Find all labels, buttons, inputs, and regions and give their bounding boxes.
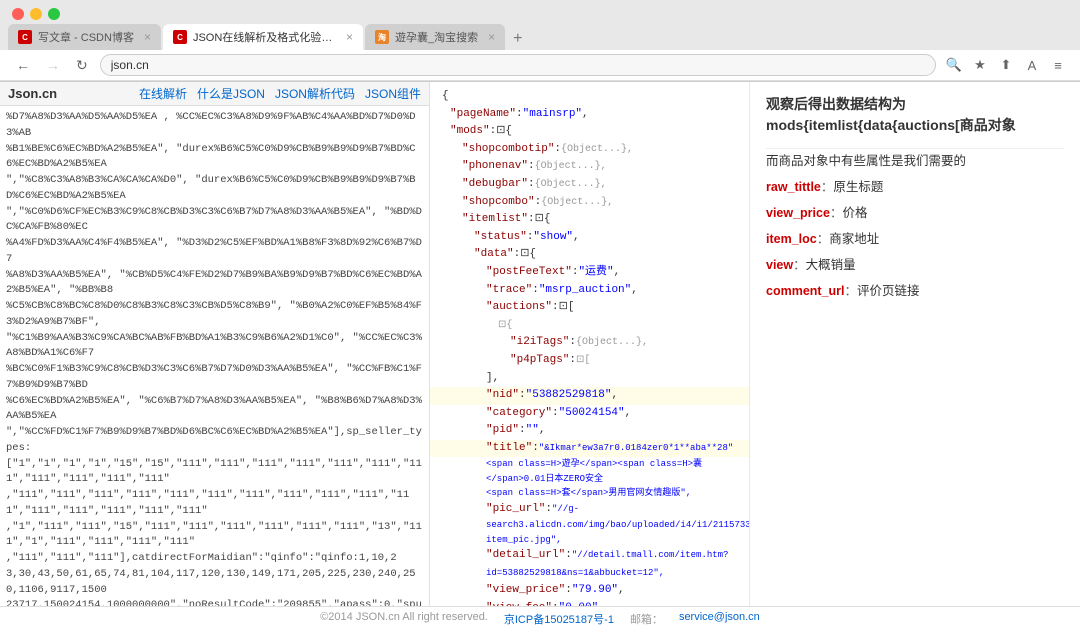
footer-email-label: 邮箱： [630,611,663,627]
search-icon[interactable]: 🔍 [944,55,964,75]
tab-label-taobao: 遊孕囊_淘宝搜索 [395,29,478,45]
tab-json[interactable]: C JSON在线解析及格式化验证 - × [163,24,363,50]
tab-csdn[interactable]: C 写文章 - CSDN博客 × [8,24,161,50]
annotation-raw-tittle: raw_tittle：原生标题 [766,177,1064,197]
tree-line[interactable]: { [430,88,749,106]
address-input[interactable] [100,54,936,76]
tree-line[interactable]: "postFeeText":"运费", [430,264,749,282]
tree-line[interactable]: "view_fee":"0.00", [430,600,749,606]
left-content[interactable]: %D7%A8%D3%AA%D5%AA%D5%EA , %CC%EC%C3%A8%… [0,106,429,606]
annotation-view: view：大概销量 [766,255,1064,275]
header-nav-links: 在线解析 什么是JSON JSON解析代码 JSON组件 [139,85,421,102]
nav-link-component[interactable]: JSON组件 [365,85,421,102]
tree-line[interactable]: "status":"show", [430,229,749,247]
tree-line[interactable]: "pic_url":"//g- [430,501,749,519]
tree-line[interactable]: search3.alicdn.com/img/bao/uploaded/i4/i… [430,518,749,547]
main-area: Json.cn 在线解析 什么是JSON JSON解析代码 JSON组件 %D7… [0,82,1080,606]
annotation-item-loc: item_loc：商家地址 [766,229,1064,249]
tree-line[interactable]: "category":"50024154", [430,405,749,423]
footer-copyright: ©2014 JSON.cn All right reserved. [320,611,488,627]
tab-taobao[interactable]: 淘 遊孕囊_淘宝搜索 × [365,24,505,50]
raw-json-text: %D7%A8%D3%AA%D5%AA%D5%EA , %CC%EC%C3%A8%… [6,110,423,606]
tree-line[interactable]: ⊡{ [430,317,749,335]
traffic-lights [0,0,1080,24]
tree-line[interactable]: <span class=H>遊孕</span><span class=H>囊</… [430,457,749,486]
tab-label-csdn: 写文章 - CSDN博客 [38,29,134,45]
tree-line-title[interactable]: "title":"&Ikmar*ew3a7r0.0184zer0*1**aba*… [430,440,749,458]
annotations-panel: 观察后得出数据结构为 mods{itemlist{data{auctions[商… [750,82,1080,606]
tree-line[interactable]: "shopcombotip":{Object...}, [430,141,749,159]
reader-icon[interactable]: A [1022,55,1042,75]
left-panel-header: Json.cn 在线解析 什么是JSON JSON解析代码 JSON组件 [0,82,429,106]
bookmark-icon[interactable]: ★ [970,55,990,75]
forward-button[interactable]: → [42,55,64,75]
footer: ©2014 JSON.cn All right reserved. 京ICP备1… [0,606,1080,631]
maximize-button[interactable] [48,8,60,20]
browser-chrome: C 写文章 - CSDN博客 × C JSON在线解析及格式化验证 - × 淘 … [0,0,1080,82]
tab-close-csdn[interactable]: × [144,30,151,44]
divider [766,148,1064,149]
tree-line[interactable]: <span class=H>套</span>男用官网女情趣版", [430,486,749,500]
address-bar-row: ← → ↻ 🔍 ★ ⬆ A ≡ [0,50,1080,81]
json-cn-logo: Json.cn [8,86,57,101]
tabs-bar: C 写文章 - CSDN博客 × C JSON在线解析及格式化验证 - × 淘 … [0,24,1080,50]
menu-icon[interactable]: ≡ [1048,55,1068,75]
tree-line[interactable]: "mods":⊡{ [430,123,749,141]
nav-link-whatjson[interactable]: 什么是JSON [197,85,265,102]
tree-line[interactable]: "i2iTags":{Object...}, [430,334,749,352]
annotation-subtitle: 而商品对象中有些属性是我们需要的 [766,151,1064,171]
tab-favicon-taobao: 淘 [375,30,389,44]
annotation-view-price: view_price：价格 [766,203,1064,223]
nav-link-code[interactable]: JSON解析代码 [275,85,355,102]
tree-line[interactable]: "pid":"", [430,422,749,440]
refresh-button[interactable]: ↻ [72,55,92,76]
tree-line[interactable]: "shopcombo":{Object...}, [430,194,749,212]
tree-line[interactable]: "view_price":"79.90", [430,582,749,600]
tab-close-taobao[interactable]: × [488,30,495,44]
annotation-comment-url: comment_url：评价页链接 [766,281,1064,301]
back-button[interactable]: ← [12,55,34,75]
tree-line[interactable]: "phonenav":{Object...}, [430,158,749,176]
footer-email[interactable]: service@json.cn [679,611,760,627]
new-tab-button[interactable]: + [507,30,528,48]
tree-line[interactable]: "auctions":⊡[ [430,299,749,317]
annotation-title: 观察后得出数据结构为 mods{itemlist{data{auctions[商… [766,94,1064,136]
share-icon[interactable]: ⬆ [996,55,1016,75]
tree-line[interactable]: "debugbar":{Object...}, [430,176,749,194]
tab-label-json: JSON在线解析及格式化验证 - [193,29,336,45]
tree-line[interactable]: "itemlist":⊡{ [430,211,749,229]
tab-favicon-json: C [173,30,187,44]
left-panel: Json.cn 在线解析 什么是JSON JSON解析代码 JSON组件 %D7… [0,82,430,606]
toolbar-icons: 🔍 ★ ⬆ A ≡ [944,55,1068,75]
json-tree-panel: { "pageName":"mainsrp", "mods":⊡{ "shopc… [430,82,750,606]
tab-close-json[interactable]: × [346,30,353,44]
tree-line-nid[interactable]: "nid":"53882529818", [430,387,749,405]
minimize-button[interactable] [30,8,42,20]
close-button[interactable] [12,8,24,20]
tree-line[interactable]: ], [430,370,749,388]
footer-icp[interactable]: 京ICP备15025187号-1 [504,611,614,627]
tree-line[interactable]: "data":⊡{ [430,246,749,264]
tree-line[interactable]: "pageName":"mainsrp", [430,106,749,124]
tree-line[interactable]: "detail_url":"//detail.tmall.com/item.ht… [430,547,749,582]
tree-line[interactable]: "trace":"msrp_auction", [430,282,749,300]
tab-favicon-csdn: C [18,30,32,44]
tree-line[interactable]: "p4pTags":⊡[ [430,352,749,370]
nav-link-parse[interactable]: 在线解析 [139,85,187,102]
